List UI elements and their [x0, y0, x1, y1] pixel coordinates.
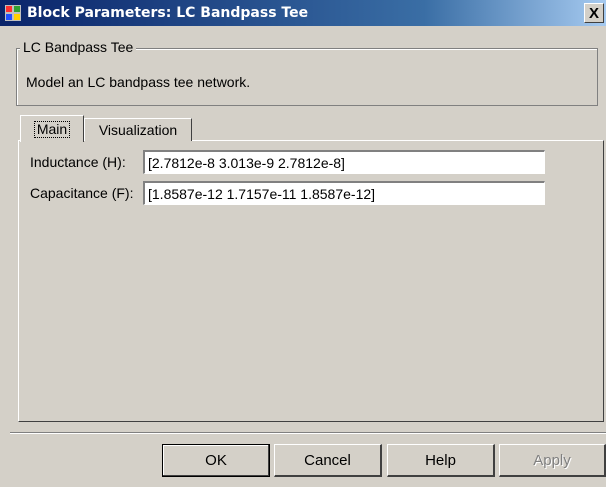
inductance-label: Inductance (H): [30, 154, 126, 170]
groupbox-legend: LC Bandpass Tee [20, 39, 137, 55]
inductance-input[interactable]: [2.7812e-8 3.013e-9 2.7812e-8] [143, 150, 545, 174]
block-description: Model an LC bandpass tee network. [26, 74, 251, 90]
ok-button[interactable]: OK [162, 444, 270, 477]
close-button[interactable]: X [584, 3, 604, 23]
simulink-block-icon [5, 5, 21, 21]
tab-main[interactable]: Main [20, 115, 84, 142]
title-bar[interactable]: Block Parameters: LC Bandpass Tee X [0, 0, 606, 26]
apply-button[interactable]: Apply [499, 444, 606, 477]
tab-main-label: Main [33, 120, 71, 138]
capacitance-label: Capacitance (F): [30, 185, 134, 201]
tab-visualization[interactable]: Visualization [84, 118, 192, 141]
capacitance-input[interactable]: [1.8587e-12 1.7157e-11 1.8587e-12] [143, 181, 545, 205]
window-title: Block Parameters: LC Bandpass Tee [27, 5, 309, 21]
close-icon: X [588, 4, 599, 22]
cancel-button[interactable]: Cancel [274, 444, 382, 477]
button-separator [10, 432, 606, 434]
help-button[interactable]: Help [387, 444, 495, 477]
tab-visualization-label: Visualization [98, 122, 178, 138]
